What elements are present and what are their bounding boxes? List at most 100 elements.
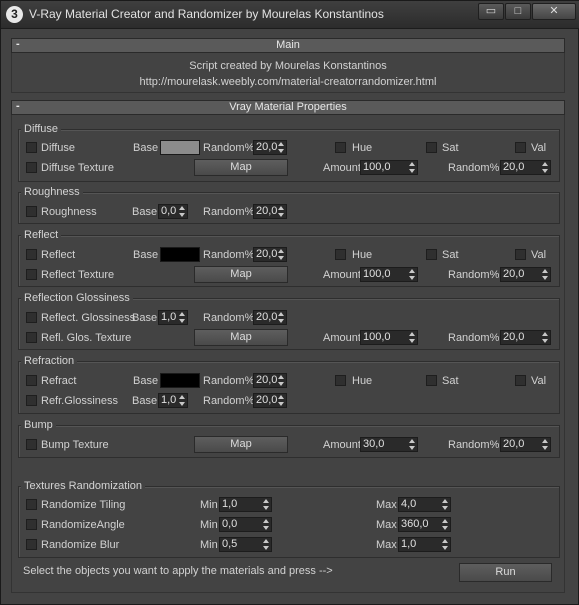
random-label: Random%: [448, 439, 500, 451]
group-title: Reflect: [21, 229, 62, 241]
sat-checkbox[interactable]: [426, 375, 437, 386]
base-label: Base: [133, 375, 159, 387]
reflect-glossiness-base-spinner[interactable]: 1,0: [158, 310, 188, 325]
sat-label: Sat: [442, 249, 459, 261]
reflect-checkbox[interactable]: [26, 249, 37, 260]
bump-random-spinner[interactable]: 20,0: [500, 437, 551, 452]
refr-glossiness-label: Refr.Glossiness: [41, 395, 119, 407]
diffuse-amount-spinner[interactable]: 100,0: [360, 160, 418, 175]
reflect-label: Reflect: [41, 249, 76, 261]
diffuse-texture-checkbox[interactable]: [26, 162, 37, 173]
bump-map-button[interactable]: Map: [194, 436, 288, 453]
randomize-angle-checkbox[interactable]: [26, 519, 37, 530]
random-label: Random%: [203, 142, 255, 154]
credit-text: Script created by Mourelas Konstantinos: [189, 60, 387, 72]
main-rollout-header[interactable]: - Main: [11, 38, 565, 53]
diffuse-texture-random-spinner[interactable]: 20,0: [500, 160, 551, 175]
refl-glos-map-button[interactable]: Map: [194, 329, 288, 346]
title-bar[interactable]: 3 V-Ray Material Creator and Randomizer …: [1, 1, 579, 29]
reflect-glossiness-checkbox[interactable]: [26, 312, 37, 323]
properties-rollout-title: Vray Material Properties: [229, 101, 347, 113]
diffuse-texture-label: Diffuse Texture: [41, 162, 114, 174]
refract-color-swatch[interactable]: [160, 373, 200, 388]
reflect-map-button[interactable]: Map: [194, 266, 288, 283]
main-rollout-body: Script created by Mourelas Konstantinos …: [11, 53, 565, 93]
roughness-random-spinner[interactable]: 20,0: [253, 204, 287, 219]
random-label: Random%: [448, 332, 500, 344]
max-label: Max: [376, 539, 397, 551]
angle-max-spinner[interactable]: 360,0: [398, 517, 451, 532]
roughness-checkbox[interactable]: [26, 206, 37, 217]
refl-glos-texture-label: Refl. Glos. Texture: [41, 332, 132, 344]
val-label: Val: [531, 249, 547, 261]
reflect-amount-spinner[interactable]: 100,0: [360, 267, 418, 282]
maximize-button[interactable]: □: [505, 3, 531, 20]
min-label: Min: [200, 499, 218, 511]
bump-texture-checkbox[interactable]: [26, 439, 37, 450]
tiling-max-spinner[interactable]: 4,0: [398, 497, 451, 512]
refl-glos-texture-random-spinner[interactable]: 20,0: [500, 330, 551, 345]
diffuse-color-swatch[interactable]: [160, 140, 200, 155]
tiling-min-spinner[interactable]: 1,0: [219, 497, 272, 512]
group-title: Diffuse: [21, 123, 62, 135]
refr-glossiness-base-spinner[interactable]: 1,0: [158, 393, 188, 408]
diffuse-checkbox[interactable]: [26, 142, 37, 153]
random-label: Random%: [448, 162, 500, 174]
val-checkbox[interactable]: [515, 249, 526, 260]
sat-checkbox[interactable]: [426, 249, 437, 260]
hue-checkbox[interactable]: [335, 142, 346, 153]
hue-label: Hue: [352, 142, 373, 154]
run-button[interactable]: Run: [459, 563, 552, 582]
bump-amount-spinner[interactable]: 30,0: [360, 437, 418, 452]
amount-label: Amount: [323, 439, 361, 451]
val-checkbox[interactable]: [515, 375, 526, 386]
diffuse-map-button[interactable]: Map: [194, 159, 288, 176]
val-label: Val: [531, 142, 547, 154]
randomize-tiling-checkbox[interactable]: [26, 499, 37, 510]
reflect-texture-label: Reflect Texture: [41, 269, 115, 281]
app-3dsmax-icon: 3: [6, 6, 23, 23]
hue-checkbox[interactable]: [335, 249, 346, 260]
main-rollout-title: Main: [276, 39, 300, 51]
base-label: Base: [132, 395, 158, 407]
hue-checkbox[interactable]: [335, 375, 346, 386]
refl-glos-amount-spinner[interactable]: 100,0: [360, 330, 418, 345]
blur-min-spinner[interactable]: 0,5: [219, 537, 272, 552]
random-label: Random%: [203, 206, 255, 218]
collapse-icon[interactable]: -: [16, 38, 20, 51]
random-label: Random%: [203, 249, 255, 261]
close-button[interactable]: ✕: [532, 3, 576, 20]
reflect-glossiness-random-spinner[interactable]: 20,0: [253, 310, 287, 325]
refl-glos-texture-checkbox[interactable]: [26, 332, 37, 343]
reflect-texture-random-spinner[interactable]: 20,0: [500, 267, 551, 282]
base-label: Base: [132, 312, 158, 324]
base-label: Base: [133, 142, 159, 154]
min-label: Min: [200, 519, 218, 531]
reflect-color-swatch[interactable]: [160, 247, 200, 262]
refr-glossiness-random-spinner[interactable]: 20,0: [253, 393, 287, 408]
collapse-icon[interactable]: -: [16, 100, 20, 113]
randomize-blur-checkbox[interactable]: [26, 539, 37, 550]
angle-min-spinner[interactable]: 0,0: [219, 517, 272, 532]
group-title: Refraction: [21, 355, 78, 367]
refract-label: Refract: [41, 375, 77, 387]
minimize-button[interactable]: ▭: [478, 3, 504, 20]
roughness-group: Roughness: [18, 186, 560, 224]
refract-checkbox[interactable]: [26, 375, 37, 386]
sat-checkbox[interactable]: [426, 142, 437, 153]
val-checkbox[interactable]: [515, 142, 526, 153]
refr-glossiness-checkbox[interactable]: [26, 395, 37, 406]
reflect-glossiness-label: Reflect. Glossiness: [41, 312, 136, 324]
properties-rollout-header[interactable]: - Vray Material Properties: [11, 100, 565, 115]
refract-random-spinner[interactable]: 20,0: [253, 373, 287, 388]
blur-max-spinner[interactable]: 1,0: [398, 537, 451, 552]
randomize-tiling-label: Randomize Tiling: [41, 499, 126, 511]
roughness-base-spinner[interactable]: 0,0: [158, 204, 188, 219]
diffuse-random-spinner[interactable]: 20,0: [253, 140, 287, 155]
url-text: http://mourelask.weebly.com/material-cre…: [139, 76, 437, 88]
reflect-texture-checkbox[interactable]: [26, 269, 37, 280]
reflect-random-spinner[interactable]: 20,0: [253, 247, 287, 262]
random-label: Random%: [448, 269, 500, 281]
random-label: Random%: [203, 395, 255, 407]
diffuse-label: Diffuse: [41, 142, 76, 154]
